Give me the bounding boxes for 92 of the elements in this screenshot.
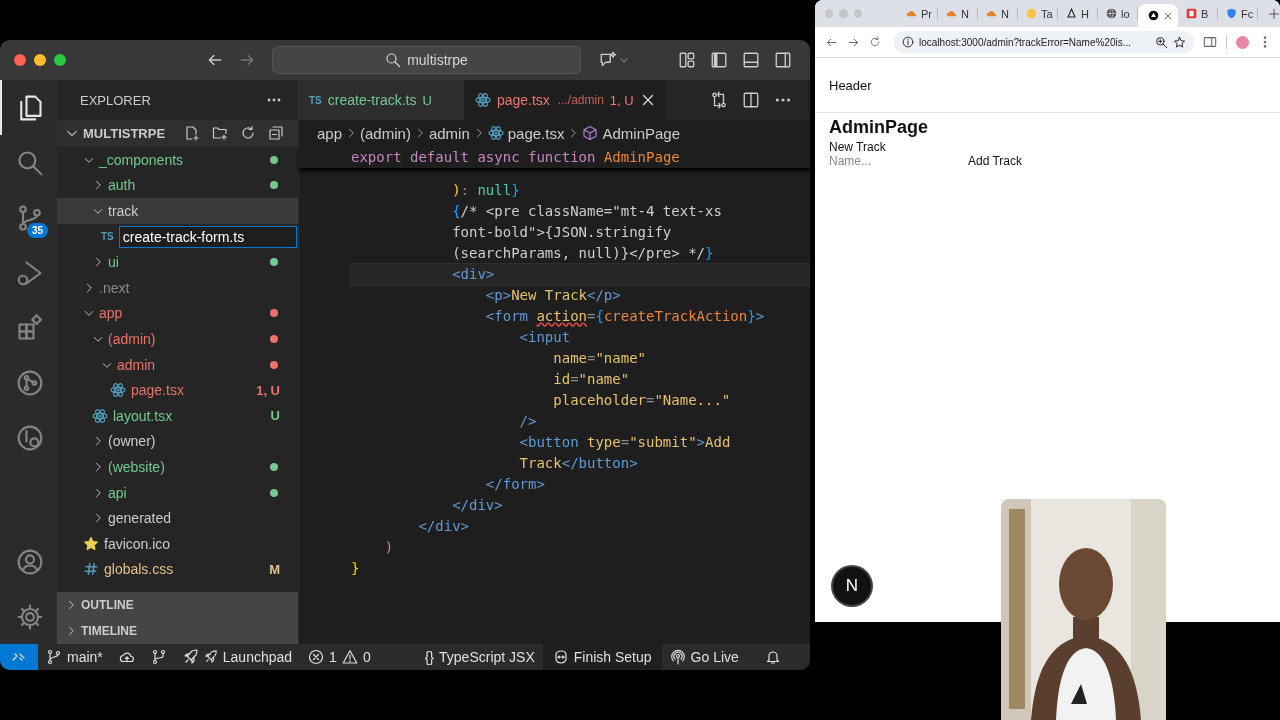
tree-row[interactable]: app (57, 300, 298, 327)
language-status[interactable]: {} TypeScript JSX (416, 644, 543, 670)
code-line: ) (383, 538, 395, 557)
folder-name: .next (99, 279, 130, 296)
code-line: Track</button> (518, 454, 639, 473)
header-text: Header (829, 77, 872, 93)
tree-row[interactable]: _components (57, 147, 298, 173)
tree-row[interactable]: (admin) (57, 326, 298, 352)
branch-status[interactable]: main* (38, 644, 111, 670)
folder-name: MULTISTRPE (83, 125, 167, 141)
git-status: 1, U (256, 382, 280, 398)
folder-name: auth (108, 177, 136, 194)
editor-tab[interactable]: TS create-track.ts U (299, 80, 465, 120)
dev-tools-badge[interactable]: N (833, 567, 871, 605)
breadcrumb[interactable]: admin (428, 124, 470, 142)
tree-row[interactable]: auth (57, 172, 298, 199)
add-track-button[interactable]: Add Track (968, 154, 1023, 168)
browser-tab[interactable]: lo (1098, 7, 1138, 20)
address-bar[interactable]: localhost:3000/admin?trackError=Name%20is... (894, 31, 1194, 53)
browser-tab[interactable]: B (1178, 7, 1218, 20)
browser-tab[interactable]: Pr (898, 7, 938, 20)
breadcrumb[interactable]: (admin) (360, 124, 411, 142)
typescript-file-icon: TS (101, 231, 114, 243)
browser-tab[interactable]: N (978, 7, 1018, 20)
browser-tab[interactable]: Fc (1218, 7, 1258, 20)
file-name: layout.tsx (113, 407, 173, 424)
code-line: /> (518, 412, 538, 431)
tree-row[interactable]: (website) (57, 454, 298, 480)
folder-name: _components (99, 151, 184, 168)
tree-row[interactable]: generated (57, 505, 298, 531)
folder-name: app (99, 305, 123, 322)
file-name: favicon.ico (104, 535, 171, 552)
code-line: </form> (484, 475, 546, 494)
folder-name: (website) (108, 458, 165, 475)
code-line: </div> (451, 496, 504, 515)
tree-row[interactable]: layout.tsx U (57, 402, 298, 429)
folder-name: generated (108, 510, 172, 527)
tree-row[interactable]: globals.css M (57, 556, 298, 583)
problems-status[interactable]: 1 0 (300, 644, 379, 670)
code-line: <input (518, 328, 572, 347)
editor-tab[interactable]: page.tsx .../admin 1, U (464, 80, 667, 120)
copilot-status[interactable]: Finish Setup (542, 644, 662, 670)
breadcrumb[interactable]: page.tsx (487, 124, 565, 142)
tree-row[interactable]: ui (57, 249, 298, 275)
section-header[interactable]: OUTLINE (57, 592, 298, 618)
tree-row[interactable]: favicon.ico (57, 530, 298, 557)
code-line: placeholder="Name..." (552, 391, 732, 410)
breadcrumb[interactable]: AdminPage (582, 124, 681, 142)
page-title: AdminPage (829, 117, 930, 138)
code-line: <form action={createTrackAction}> (484, 307, 766, 326)
folder-name: ui (108, 254, 119, 271)
tree-row[interactable]: admin (57, 351, 298, 378)
panel-title: EXPLORER (80, 92, 152, 108)
code-line: </div> (417, 517, 470, 536)
git-status: U (270, 408, 280, 424)
code-line: } (351, 559, 361, 578)
file-name: globals.css (104, 561, 174, 578)
browser-tab[interactable]: N (938, 7, 978, 20)
section-header[interactable]: TIMELINE (57, 618, 298, 644)
tree-row[interactable]: api (57, 479, 298, 506)
code-line: name="name" (552, 349, 647, 368)
tree-row[interactable]: (owner) (57, 428, 298, 455)
folder-name: track (108, 203, 139, 219)
code-line: (searchParams, null)}</pre> */} (451, 244, 715, 263)
input-field[interactable]: Name... (829, 154, 968, 168)
activity-item[interactable]: 35 (0, 190, 57, 245)
folder-name: api (108, 484, 127, 501)
launchpad-status[interactable]: Launchpad (174, 644, 301, 670)
breadcrumb[interactable]: app (317, 124, 343, 142)
code-line: ): null} (451, 181, 521, 200)
code-line: <button type="submit">Add (518, 433, 732, 452)
code-line: <p>New Track</p> (484, 286, 622, 305)
rename-field[interactable]: create-track-form.ts (118, 225, 297, 248)
file-name: page.tsx (131, 382, 184, 399)
count-badge: 35 (27, 223, 49, 238)
tree-row[interactable]: .next (57, 274, 298, 301)
folder-name: admin (117, 356, 156, 373)
code-line: id="name" (552, 370, 631, 389)
code-line: font-bold">{JSON.stringify (451, 223, 673, 242)
code-line: {/* <pre className="mt-4 text-xs (451, 202, 723, 221)
browser-tab[interactable]: H (1058, 7, 1098, 20)
browser-tab[interactable]: Ta (1018, 7, 1058, 20)
folder-name: (owner) (108, 433, 156, 450)
search-field[interactable]: multistrpe (272, 46, 581, 74)
tree-row[interactable]: page.tsx 1, U (57, 377, 298, 403)
root-folder-row[interactable]: MULTISTRPE (57, 120, 298, 146)
git-status: M (269, 561, 280, 577)
section-label: New Track (829, 140, 887, 154)
tree-row[interactable]: track (57, 198, 298, 224)
folder-name: (admin) (108, 330, 156, 347)
go-live-button[interactable]: Go Live (661, 644, 747, 670)
tree-row[interactable]: TS create-track-form.ts (57, 223, 298, 250)
